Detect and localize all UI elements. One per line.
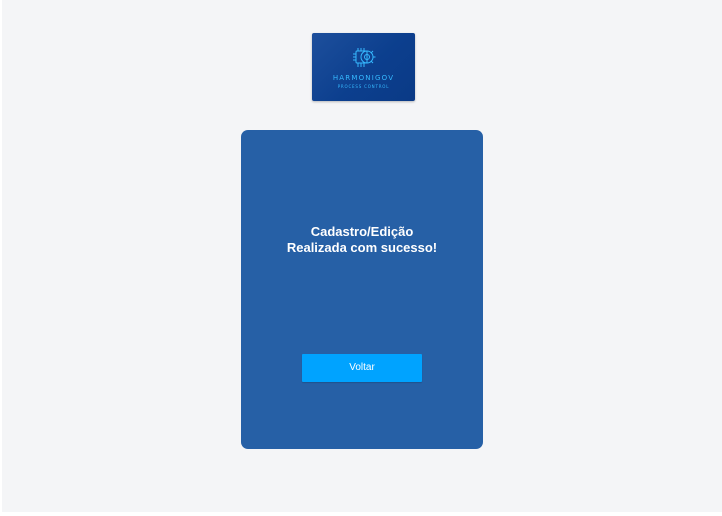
success-card: Cadastro/Edição Realizada com sucesso! V… <box>241 130 483 449</box>
success-message-line1: Cadastro/Edição <box>310 224 414 239</box>
logo-subtitle: PROCESS CONTROL <box>337 84 390 89</box>
logo-title: HARMONIGOV <box>332 74 395 82</box>
page-background: HARMONIGOV PROCESS CONTROL Cadastro/Ediç… <box>2 0 722 512</box>
gear-chip-icon <box>353 48 376 67</box>
back-button[interactable]: Voltar <box>302 354 422 382</box>
success-message-line2: Realizada com sucesso! <box>286 240 438 255</box>
harmonigov-logo: HARMONIGOV PROCESS CONTROL <box>312 33 415 101</box>
success-message: Cadastro/Edição Realizada com sucesso! <box>241 224 483 256</box>
